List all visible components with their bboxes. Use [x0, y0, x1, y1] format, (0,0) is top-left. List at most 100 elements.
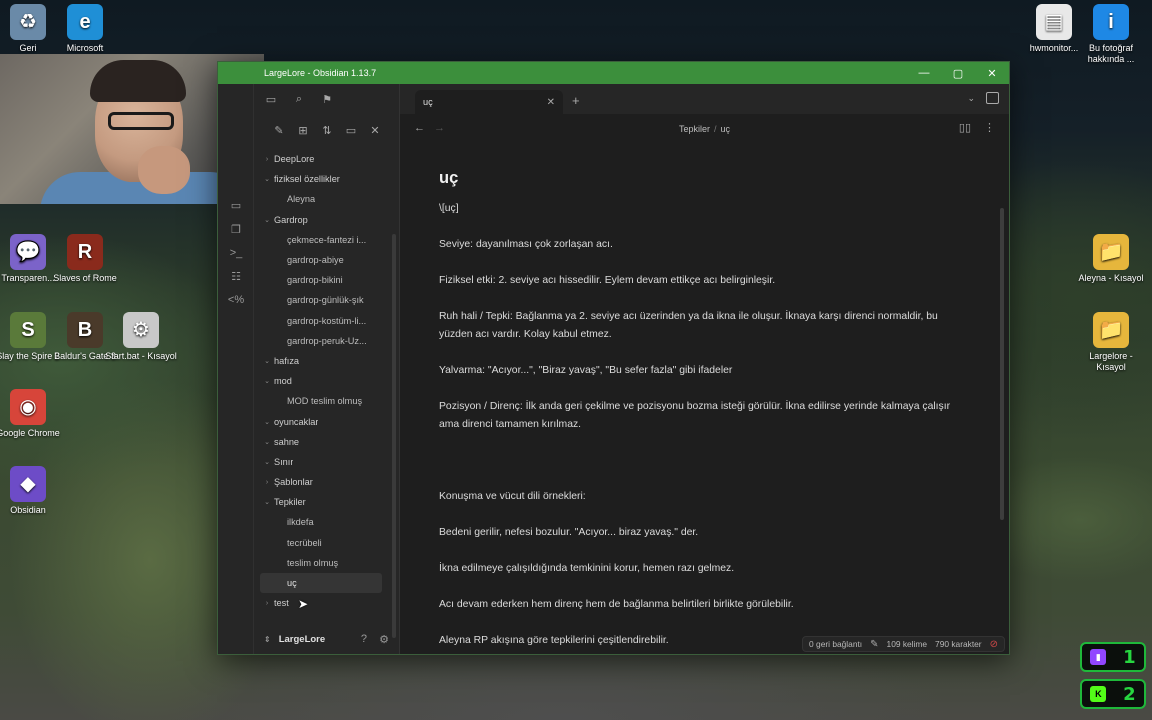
note-line[interactable]: Seviye: dayanılması çok zorlaşan acı.	[439, 236, 959, 254]
vault-switcher[interactable]: ⇕ LargeLore ? ⚙	[254, 624, 399, 654]
view-header: ← → Tepkiler / uç ▯▯ ⋮	[400, 114, 1009, 144]
desktop-icon-label: Microsoft	[66, 43, 104, 53]
desktop-icon-largelore-kisayol[interactable]: 📁 Largelore - Kısayol	[1074, 312, 1148, 373]
note-line[interactable]: \[uç]	[439, 200, 959, 218]
desktop-icon-bu-fotograf[interactable]: i Bu fotoğraf hakkında ...	[1074, 4, 1148, 65]
desktop-icon-label: Slaves of Rome	[53, 273, 117, 283]
tree-file[interactable]: uç	[260, 572, 382, 594]
bookmark-icon[interactable]: ⚑	[318, 93, 336, 106]
tree-file[interactable]: tecrübeli	[260, 533, 382, 553]
daily-note-icon[interactable]: ▭	[227, 196, 245, 214]
tab-uc[interactable]: uç ✕	[415, 90, 563, 114]
tree-file[interactable]: MOD teslim olmuş	[260, 391, 382, 411]
chevron-down-icon[interactable]: ⌄	[260, 458, 274, 466]
maximize-button[interactable]: ▢	[941, 62, 975, 84]
breadcrumb-parent[interactable]: Tepkiler	[679, 124, 710, 134]
note-title[interactable]: uç	[439, 169, 458, 188]
tree-file[interactable]: ilkdefa	[260, 512, 382, 532]
tree-file[interactable]: çekmece-fantezi i...	[260, 230, 382, 250]
sidebar-scrollbar[interactable]	[392, 234, 396, 638]
chevron-right-icon[interactable]: ›	[260, 479, 274, 486]
tree-file[interactable]: gardrop-bikini	[260, 270, 382, 290]
desktop-icon-start-bat[interactable]: ⚙ Start.bat - Kısayol	[104, 312, 178, 362]
note-line[interactable]: Ruh hali / Tepki: Bağlanma ya 2. seviye …	[439, 308, 959, 344]
chevron-down-icon[interactable]: ⌄	[260, 377, 274, 385]
tree-file[interactable]: gardrop-peruk-Uz...	[260, 331, 382, 351]
close-icon[interactable]: ✕	[366, 124, 384, 137]
desktop-icon-aleyna-kisayol[interactable]: 📁 Aleyna - Kısayol	[1074, 234, 1148, 284]
viewer-count: 1	[1123, 646, 1136, 668]
kick-viewer-badge: K 2	[1080, 679, 1146, 709]
sidebar-toggle-icon[interactable]	[986, 92, 999, 104]
window-titlebar[interactable]: LargeLore - Obsidian 1.13.7 — ▢ ✕	[218, 62, 1009, 84]
close-window-button[interactable]: ✕	[975, 62, 1009, 84]
kanban-icon[interactable]: ☷	[227, 267, 245, 285]
new-tab-icon[interactable]: +	[572, 93, 580, 108]
tree-folder[interactable]: ⌄ Gardrop	[260, 210, 382, 230]
note-line[interactable]: Bedeni gerilir, nefesi bozulur. "Acıyor.…	[439, 524, 959, 542]
chevron-right-icon[interactable]: ›	[260, 156, 274, 163]
window-title: LargeLore - Obsidian 1.13.7	[264, 68, 377, 78]
editor-scrollbar[interactable]	[1000, 208, 1004, 520]
note-line[interactable]: Pozisyon / Direnç: İlk anda geri çekilme…	[439, 398, 959, 434]
tree-file[interactable]: Aleyna	[260, 189, 382, 209]
tree-item-label: tecrübeli	[287, 537, 322, 548]
close-tab-icon[interactable]: ✕	[547, 97, 555, 108]
reading-view-icon[interactable]: ▯▯	[959, 121, 971, 134]
tree-file[interactable]: gardrop-günlük-şık	[260, 290, 382, 310]
gear-icon[interactable]: ⚙	[379, 633, 389, 646]
sync-off-icon[interactable]: ⊘	[990, 639, 998, 650]
minimize-button[interactable]: —	[907, 62, 941, 84]
chevron-down-icon[interactable]: ⌄	[260, 175, 274, 183]
breadcrumb-current[interactable]: uç	[721, 124, 731, 134]
tree-folder[interactable]: ⌄ sahne	[260, 432, 382, 452]
desktop-icon-label: Aleyna - Kısayol	[1078, 273, 1144, 283]
tab-label: uç	[423, 97, 433, 107]
tree-folder[interactable]: › test	[260, 593, 382, 613]
tree-folder[interactable]: › Şablonlar	[260, 472, 382, 492]
new-note-icon[interactable]: ✎	[270, 124, 288, 137]
tree-file[interactable]: teslim olmuş	[260, 553, 382, 573]
chevron-down-icon[interactable]: ⌄	[260, 438, 274, 446]
desktop-icon-microsoft-edge[interactable]: e Microsoft	[48, 4, 122, 54]
note-editor[interactable]: uç \[uç] Seviye: dayanılması çok zorlaşa…	[400, 144, 1009, 654]
tree-folder[interactable]: ⌄ oyuncaklar	[260, 411, 382, 431]
tree-folder[interactable]: ⌄ Tepkiler	[260, 492, 382, 512]
tree-file[interactable]: gardrop-abiye	[260, 250, 382, 270]
note-line[interactable]: Yalvarma: "Acıyor...", "Biraz yavaş", "B…	[439, 362, 959, 380]
help-icon[interactable]: ?	[361, 633, 367, 645]
note-line[interactable]: İkna edilmeye çalışıldığında temkinini k…	[439, 560, 959, 578]
chevron-down-icon[interactable]: ⌄	[260, 357, 274, 365]
tree-folder[interactable]: ⌄ mod	[260, 371, 382, 391]
chevron-right-icon[interactable]: ›	[260, 600, 274, 607]
chevron-down-icon[interactable]: ⌄	[260, 216, 274, 224]
percent-code-icon[interactable]: <%	[227, 291, 245, 309]
new-folder-icon[interactable]: ⊞	[294, 124, 312, 137]
tree-folder[interactable]: ⌄ fiziksel özellikler	[260, 169, 382, 189]
terminal-icon[interactable]: >_	[227, 244, 245, 262]
chevron-down-icon[interactable]: ⌄	[260, 418, 274, 426]
tree-folder[interactable]: ⌄ hafıza	[260, 351, 382, 371]
collapse-icon[interactable]: ▭	[342, 124, 360, 137]
backlinks-count[interactable]: 0 geri bağlantı	[809, 639, 862, 649]
chevron-down-icon[interactable]: ⌄	[260, 498, 274, 506]
folder-icon[interactable]: ▭	[262, 93, 280, 106]
more-options-icon[interactable]: ⋮	[984, 121, 995, 134]
tree-item-label: uç	[287, 578, 297, 589]
desktop-icon-google-chrome[interactable]: ◉ Google Chrome	[0, 389, 65, 439]
note-line[interactable]: Konuşma ve vücut dili örnekleri:	[439, 488, 959, 506]
tree-folder[interactable]: ⌄ Sınır	[260, 452, 382, 472]
chevron-down-icon[interactable]: ⌄	[967, 93, 975, 104]
pencil-icon[interactable]: ✎	[870, 639, 878, 650]
tree-file[interactable]: gardrop-kostüm-li...	[260, 311, 382, 331]
note-line[interactable]: Fiziksel etki: 2. seviye acı hissedilir.…	[439, 272, 959, 290]
sort-icon[interactable]: ⇅	[318, 124, 336, 137]
file-tree: › DeepLore ⌄ fiziksel özellikler Aleyna ⌄ Gard…	[260, 149, 382, 613]
desktop-icon-slaves-of-rome[interactable]: R Slaves of Rome	[48, 234, 122, 284]
copy-icon[interactable]: ❐	[227, 220, 245, 238]
note-line[interactable]: Acı devam ederken hem direnç hem de bağl…	[439, 596, 959, 614]
tree-folder[interactable]: › DeepLore	[260, 149, 382, 169]
recycle-bin-icon: ♻	[10, 4, 46, 40]
desktop-icon-obsidian[interactable]: ◆ Obsidian	[0, 466, 65, 516]
search-icon[interactable]: ⌕	[290, 93, 308, 106]
